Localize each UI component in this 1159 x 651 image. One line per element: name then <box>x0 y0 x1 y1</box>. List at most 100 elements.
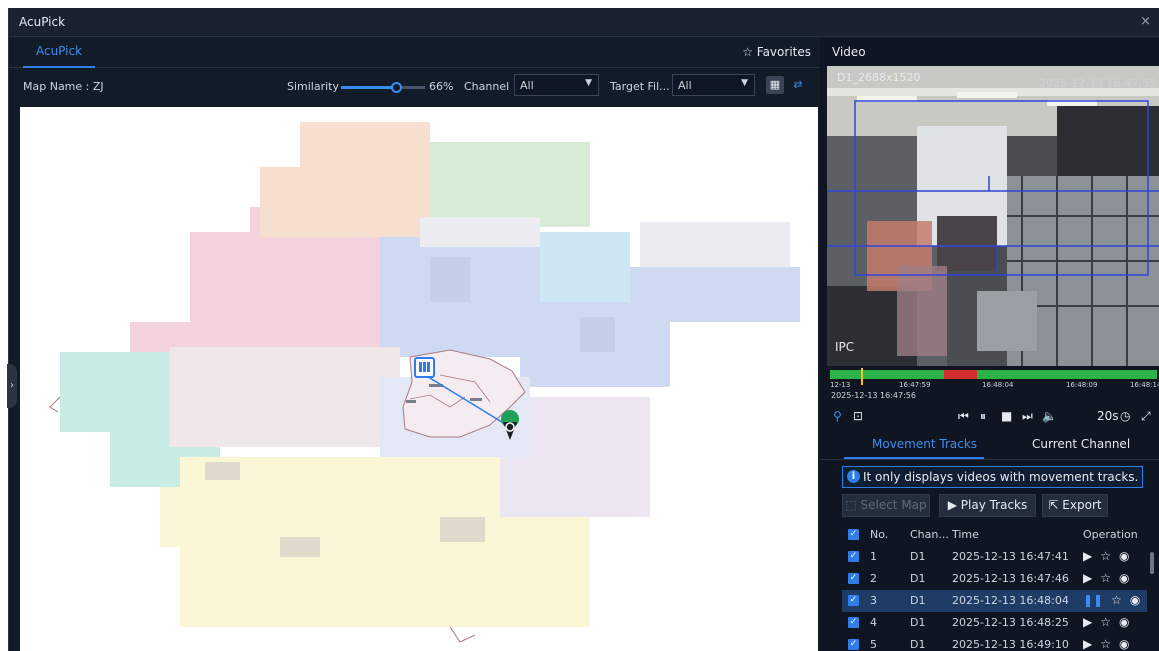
row-checkbox[interactable]: ✓ <box>848 551 859 562</box>
track-view-icon[interactable]: ⇄ <box>789 76 807 94</box>
target-filter-label: Target Fil... <box>610 80 670 93</box>
snapshot-icon[interactable]: ⊡ <box>853 409 863 423</box>
timeline-alarm-segment <box>944 370 977 379</box>
eye-icon[interactable]: ◉ <box>1119 571 1129 585</box>
close-icon[interactable]: × <box>1140 14 1151 29</box>
video-frame <box>827 66 1159 366</box>
table-scrollbar[interactable] <box>1150 552 1154 574</box>
favorites-label: Favorites <box>756 45 811 59</box>
pause-icon[interactable]: ⏸ <box>980 409 986 424</box>
header-time: Time <box>952 528 979 541</box>
select-icon: ⬚ <box>845 498 861 512</box>
next-icon[interactable]: ⏭ <box>1022 409 1033 424</box>
eye-icon[interactable]: ◉ <box>1119 615 1129 629</box>
row-time: 2025-12-13 16:48:25 <box>952 616 1069 629</box>
play-tracks-label: Play Tracks <box>960 498 1028 512</box>
map-name: Map Name : ZJ <box>23 80 104 93</box>
table-row[interactable]: ✓ 5 D1 2025-12-13 16:49:10 ▶ ☆ ◉ <box>842 634 1147 651</box>
video-panel: Video D1_2688x1520 2025-12-13 16:47:55 I… <box>820 38 1159 651</box>
eye-icon[interactable]: ◉ <box>1130 593 1140 607</box>
play-tracks-button[interactable]: ▶ Play Tracks <box>939 494 1036 517</box>
row-channel: D1 <box>910 572 926 585</box>
fullscreen-icon[interactable]: ⤢ <box>1141 409 1151 424</box>
similarity-slider-fill <box>341 86 397 89</box>
row-checkbox[interactable]: ✓ <box>848 639 859 650</box>
video-player[interactable]: D1_2688x1520 2025-12-13 16:47:55 IPC <box>827 66 1159 366</box>
title-bar: AcuPick × <box>9 8 1159 37</box>
row-no: 1 <box>870 550 877 563</box>
table-row[interactable]: ✓ 4 D1 2025-12-13 16:48:25 ▶ ☆ ◉ <box>842 612 1147 634</box>
star-icon[interactable]: ☆ <box>1111 593 1122 607</box>
clock-icon[interactable]: ◷ <box>1120 409 1130 423</box>
camera-marker-icon[interactable] <box>414 357 435 378</box>
info-icon: i <box>847 470 860 483</box>
timeline-cursor[interactable] <box>861 368 863 385</box>
map-svg <box>49 122 800 643</box>
grid-view-icon[interactable]: ▦ <box>766 76 784 94</box>
video-title: Video <box>832 45 866 59</box>
row-checkbox[interactable]: ✓ <box>848 617 859 628</box>
play-icon[interactable]: ▶ <box>1083 571 1092 585</box>
tab-movement-tracks[interactable]: Movement Tracks <box>872 437 977 451</box>
similarity-label: Similarity <box>287 80 340 93</box>
row-no: 4 <box>870 616 877 629</box>
export-button[interactable]: ⇱ Export <box>1042 494 1108 517</box>
subtab-indicator <box>844 457 984 459</box>
stop-icon[interactable]: ■ <box>1001 409 1012 423</box>
video-overlay-label: IPC <box>835 340 855 354</box>
select-all-checkbox[interactable]: ✓ <box>848 529 859 540</box>
play-icon[interactable]: ▶ <box>1083 549 1092 563</box>
channel-label: Channel <box>464 80 510 93</box>
row-time: 2025-12-13 16:47:41 <box>952 550 1069 563</box>
star-icon[interactable]: ☆ <box>1100 615 1111 629</box>
row-no: 5 <box>870 638 877 651</box>
eye-icon[interactable]: ◉ <box>1119 549 1129 563</box>
header-channel: Chan... <box>910 528 949 541</box>
row-checkbox[interactable]: ✓ <box>848 595 859 606</box>
track-tool-icon[interactable]: ⚲ <box>833 409 842 423</box>
map-canvas[interactable] <box>20 107 818 651</box>
timeline-tick: 16:47:59 <box>899 381 931 389</box>
collapse-handle[interactable]: › <box>7 364 17 408</box>
similarity-slider-knob[interactable] <box>391 82 403 93</box>
export-label: Export <box>1062 498 1102 512</box>
row-time: 2025-12-13 16:48:04 <box>952 594 1069 607</box>
select-map-button[interactable]: ⬚ Select Map <box>842 494 930 517</box>
eye-icon[interactable]: ◉ <box>1119 637 1129 651</box>
favorites-button[interactable]: ☆ Favorites <box>742 45 811 59</box>
target-filter-select[interactable]: All ▼ <box>672 74 755 96</box>
acupick-window: AcuPick × AcuPick ☆ Favorites Map Name :… <box>7 8 1159 651</box>
row-channel: D1 <box>910 638 926 651</box>
row-channel: D1 <box>910 616 926 629</box>
caret-down-icon: ▼ <box>741 78 748 88</box>
timeline-tick: 16:48:14 <box>1130 381 1159 389</box>
table-row-selected[interactable]: ✓ 3 D1 2025-12-13 16:48:04 ❚❚ ☆ ◉ <box>842 590 1147 612</box>
timeline-current-time: 2025-12-13 16:47:56 <box>831 391 916 400</box>
star-icon[interactable]: ☆ <box>1100 549 1111 563</box>
playback-timeline[interactable]: 12-13 16:47:59 16:48:04 16:48:09 16:48:1… <box>827 367 1159 403</box>
table-row[interactable]: ✓ 1 D1 2025-12-13 16:47:41 ▶ ☆ ◉ <box>842 546 1147 568</box>
play-icon: ▶ <box>947 498 961 512</box>
window-title: AcuPick <box>19 15 66 29</box>
tab-acupick[interactable]: AcuPick <box>23 38 95 68</box>
pause-icon[interactable]: ❚❚ <box>1083 593 1103 607</box>
row-no: 2 <box>870 572 877 585</box>
playback-controls: ⚲ ⊡ ⏮ ⏸ ■ ⏭ 🔈 20s ◷ ⤢ <box>827 406 1159 428</box>
channel-select[interactable]: All ▼ <box>514 74 599 96</box>
timeline-bar[interactable] <box>830 368 1157 385</box>
row-checkbox[interactable]: ✓ <box>848 573 859 584</box>
star-icon[interactable]: ☆ <box>1100 637 1111 651</box>
play-icon[interactable]: ▶ <box>1083 615 1092 629</box>
star-icon[interactable]: ☆ <box>1100 571 1111 585</box>
timeline-tick: 16:48:04 <box>982 381 1014 389</box>
similarity-value: 66% <box>429 80 454 93</box>
info-message: It only displays videos with movement tr… <box>863 470 1139 484</box>
play-icon[interactable]: ▶ <box>1083 637 1092 651</box>
similarity-slider[interactable] <box>341 82 425 93</box>
speed-value: 20s <box>1097 409 1119 423</box>
table-row[interactable]: ✓ 2 D1 2025-12-13 16:47:46 ▶ ☆ ◉ <box>842 568 1147 590</box>
previous-icon[interactable]: ⏮ <box>958 409 969 424</box>
tab-current-channel[interactable]: Current Channel <box>1032 437 1130 451</box>
volume-icon[interactable]: 🔈 <box>1042 409 1057 423</box>
target-filter-value: All <box>678 79 692 92</box>
